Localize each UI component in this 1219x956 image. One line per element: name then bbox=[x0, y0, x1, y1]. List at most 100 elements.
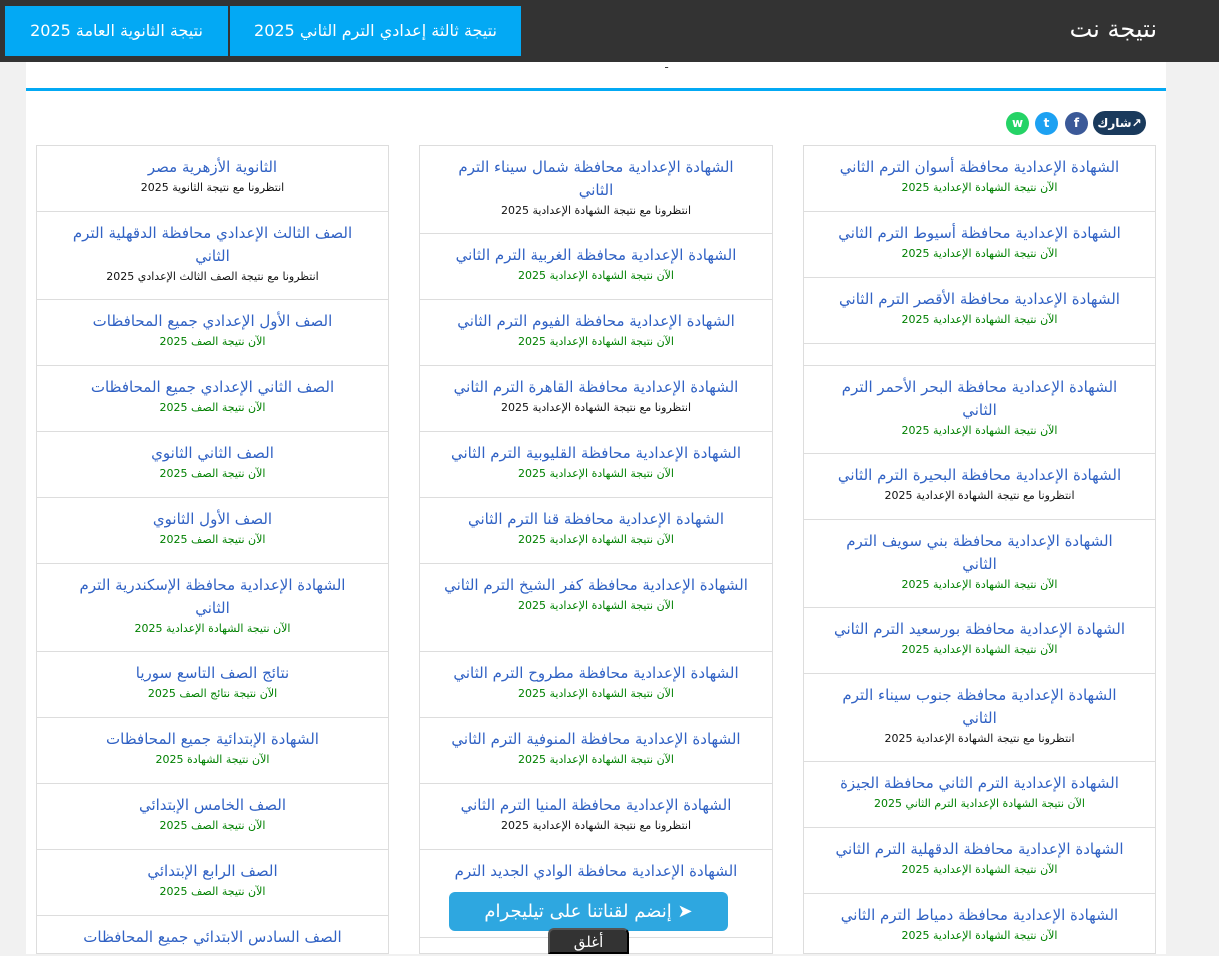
result-list-item[interactable]: الصف الرابع الإبتدائي الآن نتيجة الصف 202… bbox=[37, 850, 388, 916]
result-item-status: الآن نتيجة الشهادة الإعدادية 2025 bbox=[901, 578, 1058, 591]
result-item-title[interactable]: الشهادة الإعدادية محافظة الإسكندرية التر… bbox=[37, 574, 388, 620]
result-item-title[interactable]: الثانوية الأزهرية مصر bbox=[37, 156, 388, 179]
result-list-item[interactable]: الشهادة الإعدادية الترم الثاني محافظة ال… bbox=[804, 762, 1155, 828]
result-item-title[interactable]: الشهادة الإعدادية محافظة الغربية الترم ا… bbox=[420, 244, 772, 267]
result-list-item[interactable]: الصف الثالث الإعدادي محافظة الدقهلية الت… bbox=[37, 212, 388, 300]
top-navigation-bar: نتيجة نت نتيجة ثالثة إعدادي الترم الثاني… bbox=[0, 0, 1219, 62]
result-item-title[interactable]: الشهادة الإعدادية محافظة دمياط الترم الث… bbox=[804, 904, 1155, 927]
result-list-item[interactable]: الشهادة الإعدادية محافظة بني سويف الترم … bbox=[804, 520, 1155, 608]
telegram-join-button[interactable]: ➤ إنضم لقناتنا على تيليجرام bbox=[449, 892, 728, 931]
result-item-status: انتظرونا مع نتيجة الشهادة الإعدادية 2025 bbox=[500, 204, 692, 217]
result-item-status: الآن نتيجة الشهادة الإعدادية 2025 bbox=[134, 622, 291, 635]
whatsapp-share-icon[interactable]: w bbox=[1006, 112, 1029, 135]
result-item-title[interactable]: الشهادة الإعدادية محافظة القليوبية الترم… bbox=[420, 442, 772, 465]
share-icon: ↗ bbox=[1131, 116, 1142, 130]
result-item-title[interactable]: الشهادة الإعدادية محافظة المنيا الترم ال… bbox=[420, 794, 772, 817]
result-list-item[interactable]: الشهادة الإعدادية محافظة القاهرة الترم ا… bbox=[420, 366, 772, 432]
nav-third-prep-result-button[interactable]: نتيجة ثالثة إعدادي الترم الثاني 2025 bbox=[230, 6, 521, 56]
result-item-title[interactable]: الشهادة الإعدادية محافظة الدقهلية الترم … bbox=[804, 838, 1155, 861]
result-item-title[interactable]: الشهادة الإبتدائية جميع المحافظات bbox=[37, 728, 388, 751]
result-list-item[interactable]: الشهادة الإعدادية محافظة بورسعيد الترم ا… bbox=[804, 608, 1155, 674]
result-list-item[interactable]: الشهادة الإعدادية محافظة القليوبية الترم… bbox=[420, 432, 772, 498]
result-list-item[interactable]: الشهادة الإعدادية محافظة أسيوط الترم الث… bbox=[804, 212, 1155, 278]
result-item-title[interactable]: الصف الثاني الثانوي bbox=[37, 442, 388, 465]
facebook-share-icon[interactable]: f bbox=[1065, 112, 1088, 135]
results-column-middle: الشهادة الإعدادية محافظة شمال سيناء التر… bbox=[419, 145, 773, 954]
result-list-item[interactable]: الشهادة الإعدادية محافظة الفيوم الترم ال… bbox=[420, 300, 772, 366]
result-item-title[interactable]: الشهادة الإعدادية محافظة أسيوط الترم الث… bbox=[804, 222, 1155, 245]
result-list-item[interactable]: الصف الثاني الثانوي الآن نتيجة الصف 2025 bbox=[37, 432, 388, 498]
result-item-status: انتظرونا مع نتيجة الثانوية 2025 bbox=[140, 181, 285, 194]
result-item-title[interactable]: الصف الثالث الإعدادي محافظة الدقهلية الت… bbox=[37, 222, 388, 268]
share-button[interactable]: ↗شارك bbox=[1093, 111, 1146, 135]
site-logo[interactable]: نتيجة نت bbox=[1070, 13, 1157, 45]
results-column-right: الشهادة الإعدادية محافظة أسوان الترم الث… bbox=[803, 145, 1156, 954]
result-list-item[interactable]: الصف الأول الثانوي الآن نتيجة الصف 2025 bbox=[37, 498, 388, 564]
result-item-status: الآن نتيجة الشهادة الإعدادية 2025 bbox=[901, 929, 1058, 942]
results-column-left: الثانوية الأزهرية مصر انتظرونا مع نتيجة ا… bbox=[36, 145, 389, 954]
result-item-title[interactable]: الشهادة الإعدادية محافظة شمال سيناء التر… bbox=[420, 156, 772, 202]
result-item-title[interactable]: الشهادة الإعدادية محافظة الأقصر الترم ال… bbox=[804, 288, 1155, 311]
result-list-item[interactable]: الشهادة الإعدادية محافظة قنا الترم الثان… bbox=[420, 498, 772, 564]
result-list-item[interactable]: الشهادة الإعدادية محافظة البحر الأحمر ال… bbox=[804, 366, 1155, 454]
twitter-share-icon[interactable]: t bbox=[1035, 112, 1058, 135]
result-item-title[interactable]: الصف الخامس الإبتدائي bbox=[37, 794, 388, 817]
result-item-title[interactable]: الشهادة الإعدادية محافظة قنا الترم الثان… bbox=[420, 508, 772, 531]
result-item-title[interactable]: الشهادة الإعدادية محافظة بورسعيد الترم ا… bbox=[804, 618, 1155, 641]
result-item-title[interactable]: الشهادة الإعدادية محافظة جنوب سيناء التر… bbox=[804, 684, 1155, 730]
result-list-item[interactable]: الشهادة الإعدادية محافظة المنوفية الترم … bbox=[420, 718, 772, 784]
result-list-item[interactable]: الصف السادس الابتدائي جميع المحافظات bbox=[37, 916, 388, 953]
result-list-item[interactable]: الصف الخامس الإبتدائي الآن نتيجة الصف 202… bbox=[37, 784, 388, 850]
result-item-title[interactable]: الشهادة الإعدادية محافظة مطروح الترم الث… bbox=[420, 662, 772, 685]
result-item-status: انتظرونا مع نتيجة الصف الثالث الإعدادي 2… bbox=[106, 270, 319, 283]
result-item-title[interactable]: نتائج الصف التاسع سوريا bbox=[37, 662, 388, 685]
result-item-status: الآن نتيجة الصف 2025 bbox=[159, 401, 266, 414]
result-item-title[interactable]: الشهادة الإعدادية محافظة الوادي الجديد ا… bbox=[420, 860, 772, 883]
result-item-title[interactable]: الشهادة الإعدادية الترم الثاني محافظة ال… bbox=[804, 772, 1155, 795]
result-list-item[interactable]: الشهادة الإعدادية محافظة الأقصر الترم ال… bbox=[804, 278, 1155, 344]
truncated-heading-mark: ـ bbox=[665, 60, 668, 71]
result-item-title[interactable]: الشهادة الإعدادية محافظة القاهرة الترم ا… bbox=[420, 376, 772, 399]
result-item-title[interactable]: الشهادة الإعدادية محافظة بني سويف الترم … bbox=[804, 530, 1155, 576]
blue-divider bbox=[26, 88, 1166, 91]
main-panel: ـ ↗شارك f t w الشهادة الإعدادية محافظة أ… bbox=[26, 60, 1166, 954]
result-list-item[interactable]: الشهادة الإعدادية محافظة أسوان الترم الث… bbox=[804, 146, 1155, 212]
result-item-title[interactable]: الصف الرابع الإبتدائي bbox=[37, 860, 388, 883]
result-item-status: الآن نتيجة الشهادة الإعدادية 2025 bbox=[901, 313, 1058, 326]
result-list-item[interactable]: الشهادة الإعدادية محافظة الإسكندرية التر… bbox=[37, 564, 388, 652]
result-item-title[interactable]: الشهادة الإعدادية محافظة البحر الأحمر ال… bbox=[804, 376, 1155, 422]
result-item-status: الآن نتيجة الصف 2025 bbox=[159, 533, 266, 546]
result-list-item[interactable]: الشهادة الإعدادية محافظة البحيرة الترم ا… bbox=[804, 454, 1155, 520]
result-list-item[interactable]: نتائج الصف التاسع سوريا الآن نتيجة نتائج … bbox=[37, 652, 388, 718]
result-item-status: انتظرونا مع نتيجة الشهادة الإعدادية 2025 bbox=[500, 401, 692, 414]
result-item-title[interactable]: الشهادة الإعدادية محافظة كفر الشيخ الترم… bbox=[420, 574, 772, 597]
result-item-status: الآن نتيجة الشهادة 2025 bbox=[155, 753, 270, 766]
result-list-item[interactable]: الشهادة الإعدادية محافظة شمال سيناء التر… bbox=[420, 146, 772, 234]
result-item-status: انتظرونا مع نتيجة الشهادة الإعدادية 2025 bbox=[884, 489, 1075, 502]
result-list-item[interactable]: الشهادة الإعدادية محافظة الدقهلية الترم … bbox=[804, 828, 1155, 894]
result-list-item[interactable] bbox=[804, 344, 1155, 366]
result-list-item[interactable]: الصف الأول الإعدادي جميع المحافظات الآن ن… bbox=[37, 300, 388, 366]
result-list-item[interactable]: الشهادة الإعدادية محافظة الغربية الترم ا… bbox=[420, 234, 772, 300]
result-item-status: الآن نتيجة الشهادة الإعدادية 2025 bbox=[901, 863, 1058, 876]
result-list-item[interactable]: الشهادة الإعدادية محافظة جنوب سيناء التر… bbox=[804, 674, 1155, 762]
result-item-title[interactable]: الصف الأول الإعدادي جميع المحافظات bbox=[37, 310, 388, 333]
result-list-item[interactable]: الشهادة الإبتدائية جميع المحافظات الآن نت… bbox=[37, 718, 388, 784]
result-item-title[interactable]: الشهادة الإعدادية محافظة البحيرة الترم ا… bbox=[804, 464, 1155, 487]
result-item-status: انتظرونا مع نتيجة الشهادة الإعدادية 2025 bbox=[884, 732, 1075, 745]
result-item-title[interactable]: الشهادة الإعدادية محافظة أسوان الترم الث… bbox=[804, 156, 1155, 179]
nav-secondary-result-button[interactable]: نتيجة الثانوية العامة 2025 bbox=[5, 6, 228, 56]
result-list-item[interactable]: الصف الثاني الإعدادي جميع المحافظات الآن … bbox=[37, 366, 388, 432]
result-item-title[interactable]: الشهادة الإعدادية محافظة المنوفية الترم … bbox=[420, 728, 772, 751]
close-banner-button[interactable]: أغلق bbox=[548, 928, 629, 954]
result-list-item[interactable]: الشهادة الإعدادية محافظة كفر الشيخ الترم… bbox=[420, 564, 772, 652]
result-item-title[interactable]: الشهادة الإعدادية محافظة الفيوم الترم ال… bbox=[420, 310, 772, 333]
telegram-plane-icon: ➤ bbox=[671, 901, 693, 922]
result-list-item[interactable]: الشهادة الإعدادية محافظة دمياط الترم الث… bbox=[804, 894, 1155, 953]
result-item-title[interactable]: الصف السادس الابتدائي جميع المحافظات bbox=[37, 926, 388, 949]
result-item-title[interactable]: الصف الثاني الإعدادي جميع المحافظات bbox=[37, 376, 388, 399]
result-list-item[interactable]: الشهادة الإعدادية محافظة المنيا الترم ال… bbox=[420, 784, 772, 850]
result-list-item[interactable]: الشهادة الإعدادية محافظة مطروح الترم الث… bbox=[420, 652, 772, 718]
result-item-title[interactable]: الصف الأول الثانوي bbox=[37, 508, 388, 531]
result-list-item[interactable]: الثانوية الأزهرية مصر انتظرونا مع نتيجة ا… bbox=[37, 146, 388, 212]
